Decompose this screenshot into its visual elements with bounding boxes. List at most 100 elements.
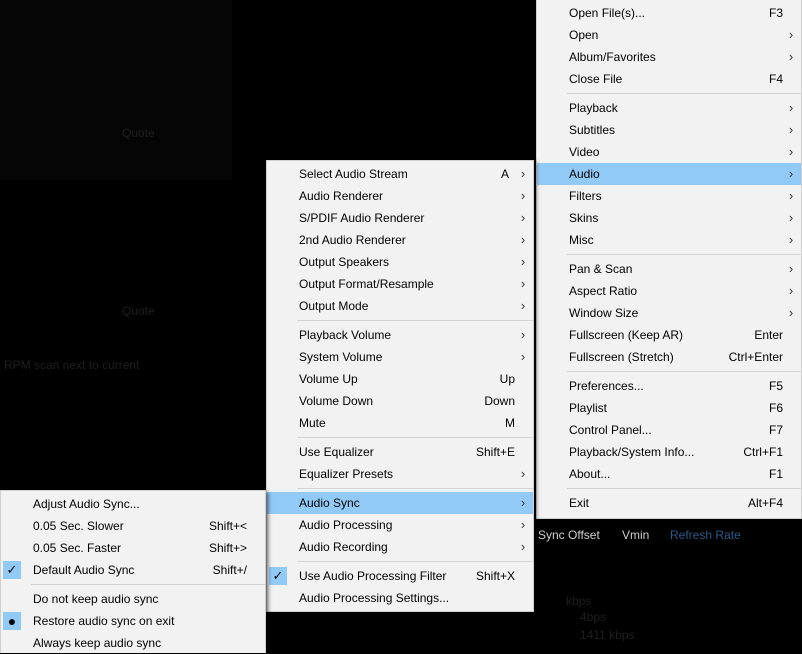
menu-item-playback-system-info[interactable]: Playback/System Info... Ctrl+F1 (537, 441, 801, 463)
menu-item-label: Audio (569, 167, 600, 181)
menu-item-pan-scan[interactable]: Pan & Scan › (537, 258, 801, 280)
background-label: 4bps (580, 610, 607, 624)
menu-item-s-pdif-audio-renderer[interactable]: S/PDIF Audio Renderer › (267, 207, 533, 229)
menu-item-close-file[interactable]: Close File F4 (537, 68, 801, 90)
background-label: kbps (566, 594, 592, 608)
background-label: Refresh Rate (670, 528, 741, 542)
menu-item-audio-renderer[interactable]: Audio Renderer › (267, 185, 533, 207)
menu-item-audio[interactable]: Audio › (537, 163, 801, 185)
menu-item-preferences[interactable]: Preferences... F5 (537, 375, 801, 397)
menu-item-subtitles[interactable]: Subtitles › (537, 119, 801, 141)
chevron-right-icon: › (788, 232, 794, 247)
menu-item-label: About... (569, 467, 611, 481)
menu-item-playback-volume[interactable]: Playback Volume › (267, 324, 533, 346)
menu-item-label: Output Speakers (299, 255, 390, 269)
menu-item-label: Audio Processing (299, 518, 393, 532)
menu-item-equalizer-presets[interactable]: Equalizer Presets › (267, 463, 533, 485)
background-label: Quote (122, 304, 155, 318)
chevron-right-icon: › (788, 122, 794, 137)
menu-item-use-audio-processing-filter[interactable]: ✓ Use Audio Processing Filter Shift+X (267, 565, 533, 587)
menu-item-system-volume[interactable]: System Volume › (267, 346, 533, 368)
shortcut-label: F7 (768, 423, 783, 437)
menu-item-audio-sync[interactable]: Audio Sync › (267, 492, 533, 514)
menu-item-misc[interactable]: Misc › (537, 229, 801, 251)
menu-item-label: Open File(s)... (569, 6, 646, 20)
shortcut-label: F4 (768, 72, 783, 86)
menu-item-label: 2nd Audio Renderer (299, 233, 406, 247)
menu-item-fullscreen-keep-ar[interactable]: Fullscreen (Keep AR) Enter (537, 324, 801, 346)
shortcut-label: F5 (768, 379, 783, 393)
menu-item-use-equalizer[interactable]: Use Equalizer Shift+E (267, 441, 533, 463)
chevron-right-icon: › (788, 144, 794, 159)
menu-item-2nd-audio-renderer[interactable]: 2nd Audio Renderer › (267, 229, 533, 251)
background-label: Quote (122, 126, 155, 140)
menu-item-playback[interactable]: Playback › (537, 97, 801, 119)
menu-item-label: Control Panel... (569, 423, 652, 437)
menu-item-about[interactable]: About... F1 (537, 463, 801, 485)
menu-item-mute[interactable]: Mute M (267, 412, 533, 434)
menu-item-label: Audio Recording (299, 540, 388, 554)
menu-separator (567, 254, 801, 255)
audio-submenu: Select Audio Stream A › Audio Renderer › S/PD… (266, 160, 534, 612)
menu-item-label: Output Format/Resample (299, 277, 434, 291)
menu-item-output-speakers[interactable]: Output Speakers › (267, 251, 533, 273)
menu-item-window-size[interactable]: Window Size › (537, 302, 801, 324)
chevron-right-icon: › (520, 517, 526, 532)
menu-item-label: Exit (569, 496, 590, 510)
audio-sync-submenu: Adjust Audio Sync... 0.05 Sec. Slower Shif… (0, 490, 266, 653)
menu-item-label: Skins (569, 211, 599, 225)
menu-item-select-audio-stream[interactable]: Select Audio Stream A › (267, 163, 533, 185)
menu-item-label: Audio Renderer (299, 189, 384, 203)
background-label: Vmin (622, 528, 650, 542)
chevron-right-icon: › (520, 166, 526, 181)
menu-item-filters[interactable]: Filters › (537, 185, 801, 207)
menu-item-output-mode[interactable]: Output Mode › (267, 295, 533, 317)
shortcut-label: F3 (768, 6, 783, 20)
menu-item-exit[interactable]: Exit Alt+F4 (537, 492, 801, 514)
menu-item-aspect-ratio[interactable]: Aspect Ratio › (537, 280, 801, 302)
menu-item-label: Mute (299, 416, 326, 430)
menu-item-skins[interactable]: Skins › (537, 207, 801, 229)
menu-item-open-file-s[interactable]: Open File(s)... F3 (537, 2, 801, 24)
menu-item-open[interactable]: Open › (537, 24, 801, 46)
menu-item-volume-up[interactable]: Volume Up Up (267, 368, 533, 390)
menu-item-label: Volume Down (299, 394, 374, 408)
background-panel (0, 0, 232, 180)
menu-item-label: Window Size (569, 306, 639, 320)
main-context-menu: Open File(s)... F3 Open › Album/Favorites › Cl… (536, 0, 802, 519)
menu-item-audio-processing[interactable]: Audio Processing › (267, 514, 533, 536)
menu-item-label: Adjust Audio Sync... (33, 497, 140, 511)
shortcut-label: Down (484, 394, 515, 408)
chevron-right-icon: › (788, 166, 794, 181)
menu-item-album-favorites[interactable]: Album/Favorites › (537, 46, 801, 68)
menu-item-audio-recording[interactable]: Audio Recording › (267, 536, 533, 558)
menu-item-default-audio-sync[interactable]: ✓ Default Audio Sync Shift+/ (1, 559, 265, 581)
chevron-right-icon: › (788, 100, 794, 115)
menu-item-fullscreen-stretch[interactable]: Fullscreen (Stretch) Ctrl+Enter (537, 346, 801, 368)
menu-item-label: Playback/System Info... (569, 445, 695, 459)
menu-item-always-keep-audio-sync[interactable]: Always keep audio sync (1, 632, 265, 654)
chevron-right-icon: › (788, 188, 794, 203)
radio-dot-icon: ● (3, 612, 21, 630)
menu-item-0-05-sec-faster[interactable]: 0.05 Sec. Faster Shift+> (1, 537, 265, 559)
menu-separator (567, 93, 801, 94)
menu-item-do-not-keep-audio-sync[interactable]: Do not keep audio sync (1, 588, 265, 610)
menu-item-label: Fullscreen (Keep AR) (569, 328, 684, 342)
menu-item-label: Preferences... (569, 379, 644, 393)
menu-item-output-format-resample[interactable]: Output Format/Resample › (267, 273, 533, 295)
menu-item-video[interactable]: Video › (537, 141, 801, 163)
menu-item-playlist[interactable]: Playlist F6 (537, 397, 801, 419)
menu-item-restore-audio-sync-on-exit[interactable]: ● Restore audio sync on exit (1, 610, 265, 632)
menu-item-adjust-audio-sync[interactable]: Adjust Audio Sync... (1, 493, 265, 515)
menu-item-audio-processing-settings[interactable]: Audio Processing Settings... (267, 587, 533, 609)
menu-item-label: Open (569, 28, 599, 42)
chevron-right-icon: › (788, 261, 794, 276)
menu-item-control-panel[interactable]: Control Panel... F7 (537, 419, 801, 441)
chevron-right-icon: › (520, 466, 526, 481)
chevron-right-icon: › (520, 298, 526, 313)
menu-item-volume-down[interactable]: Volume Down Down (267, 390, 533, 412)
menu-separator (297, 561, 533, 562)
shortcut-label: F1 (768, 467, 783, 481)
menu-item-0-05-sec-slower[interactable]: 0.05 Sec. Slower Shift+< (1, 515, 265, 537)
menu-item-label: Audio Processing Settings... (299, 591, 450, 605)
